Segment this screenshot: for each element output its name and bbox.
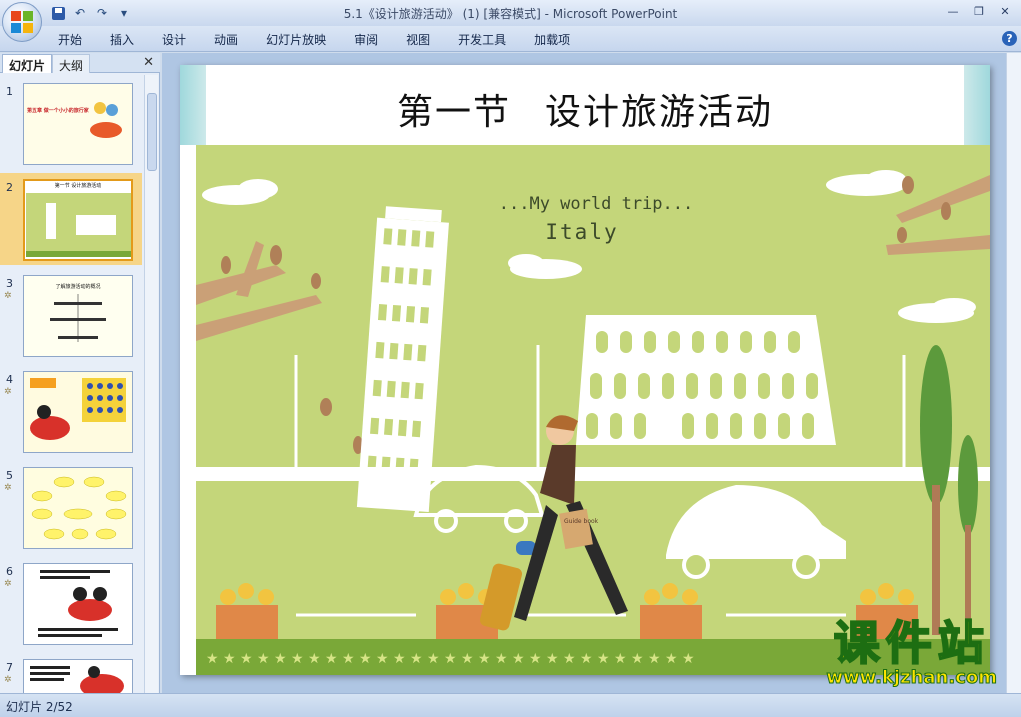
tab-design[interactable]: 设计 <box>162 31 186 48</box>
animation-star-icon: ✲ <box>4 675 12 685</box>
thumbnail-art <box>50 294 106 342</box>
close-pane-icon[interactable]: ✕ <box>143 55 154 70</box>
thumbnail-number: 2 <box>6 181 13 194</box>
title-part-1: 第一节 <box>396 92 511 133</box>
tab-animation[interactable]: 动画 <box>214 31 238 48</box>
slide-thumbnail[interactable]: 第五章 做一个小小的旅行家 <box>23 83 133 165</box>
thumbnail-number: 5 <box>6 469 13 482</box>
watermark-text: 课件站 <box>833 616 990 670</box>
title-bar: ↶ ↷ ▾ 5.1《设计旅游活动》 (1) [兼容模式] - Microsoft… <box>0 0 1021 26</box>
office-button[interactable] <box>2 2 42 42</box>
thumbnail-art <box>38 570 118 637</box>
svg-text:★ ★ ★ ★ ★ ★ ★ ★ ★ ★ ★ ★ ★ ★ ★: ★ ★ ★ ★ ★ ★ ★ ★ ★ ★ ★ ★ ★ ★ ★ ★ ★ ★ ★ ★ … <box>206 651 695 667</box>
slide-thumbnail[interactable] <box>23 563 133 645</box>
slide-thumbnail[interactable] <box>23 371 133 453</box>
window-title: 5.1《设计旅游活动》 (1) [兼容模式] - Microsoft Power… <box>343 7 678 21</box>
tab-home[interactable]: 开始 <box>58 31 82 48</box>
tab-view[interactable]: 视图 <box>406 31 430 48</box>
thumbnail-art <box>30 666 124 693</box>
tab-insert[interactable]: 插入 <box>110 31 134 48</box>
thumbnail-art <box>26 193 131 257</box>
animation-star-icon: ✲ <box>4 387 12 397</box>
tab-slideshow[interactable]: 幻灯片放映 <box>266 31 326 48</box>
slide-counter: 幻灯片 2/52 <box>6 700 73 714</box>
ribbon-tabs: 开始 插入 设计 动画 幻灯片放映 审阅 视图 开发工具 加载项 <box>58 31 598 48</box>
watermark-url: www.kjzhan.com <box>826 667 998 688</box>
slide-thumbnail[interactable] <box>23 467 133 549</box>
thumbnail-row-5[interactable]: 5 ✲ <box>0 461 142 553</box>
thumbnail-number: 4 <box>6 373 13 386</box>
maximize-icon[interactable]: ❐ <box>967 2 991 20</box>
thumbnail-row-6[interactable]: 6 ✲ <box>0 557 142 649</box>
thumbnail-number: 6 <box>6 565 13 578</box>
scrollbar-thumb[interactable] <box>147 93 157 171</box>
thumbnail-row-2[interactable]: 2 第一节 设计旅游活动 <box>0 173 142 265</box>
colosseum <box>576 315 836 445</box>
close-icon[interactable]: ✕ <box>993 2 1017 20</box>
pane-tabs: 幻灯片 大纲 ✕ <box>0 53 160 73</box>
slide-thumbnail[interactable]: 第一节 设计旅游活动 <box>23 179 133 261</box>
slide-editor: 第一节 设计旅游活动 ...My world trip... Italy ★ ★… <box>162 53 1021 693</box>
thumbnail-list: 1 第五章 做一个小小的旅行家 2 第一节 设计旅游活动 3 ✲ 了解旅游活动的… <box>0 77 142 693</box>
animation-star-icon: ✲ <box>4 291 12 301</box>
thumbnail-scrollbar[interactable] <box>144 75 158 693</box>
thumbnail-number: 7 <box>6 661 13 674</box>
railing <box>196 467 990 481</box>
window-controls: — ❐ ✕ <box>941 2 1017 20</box>
slide-title[interactable]: 第一节 设计旅游活动 <box>180 83 990 135</box>
thumbnail-text: 第一节 设计旅游活动 <box>54 183 102 189</box>
slides-pane: 幻灯片 大纲 ✕ 1 第五章 做一个小小的旅行家 2 第一节 设计旅游活动 3 <box>0 53 160 693</box>
title-part-2: 设计旅游活动 <box>545 92 774 133</box>
slide-thumbnail[interactable] <box>23 659 133 693</box>
current-slide[interactable]: 第一节 设计旅游活动 ...My world trip... Italy ★ ★… <box>180 65 990 675</box>
country-label: Italy <box>545 220 618 244</box>
thumbnail-art <box>31 476 127 540</box>
animation-star-icon: ✲ <box>4 579 12 589</box>
thumbnail-row-3[interactable]: 3 ✲ 了解旅游活动的概况 <box>0 269 142 361</box>
tab-review[interactable]: 审阅 <box>354 31 378 48</box>
tab-addins[interactable]: 加载项 <box>534 31 570 48</box>
help-icon[interactable]: ? <box>1002 31 1017 46</box>
tab-outline[interactable]: 大纲 <box>52 54 91 73</box>
tab-developer[interactable]: 开发工具 <box>458 31 506 48</box>
status-bar: 幻灯片 2/52 <box>0 693 1021 717</box>
thumbnail-row-4[interactable]: 4 ✲ <box>0 365 142 457</box>
slide-scrollbar[interactable] <box>1006 53 1021 693</box>
italy-trip-illustration[interactable]: ...My world trip... Italy ★ ★ ★ ★ ★ ★ ★ … <box>196 145 990 675</box>
office-logo-icon <box>11 11 33 33</box>
slide-thumbnail[interactable]: 了解旅游活动的概况 <box>23 275 133 357</box>
trip-subtitle: ...My world trip... <box>499 194 693 214</box>
thumbnail-number: 1 <box>6 85 13 98</box>
tab-slides[interactable]: 幻灯片 <box>2 54 53 73</box>
ribbon: 开始 插入 设计 动画 幻灯片放映 审阅 视图 开发工具 加载项 ? <box>0 26 1021 52</box>
thumbnail-art <box>90 102 122 138</box>
guide-book-label: Guide book <box>564 518 599 525</box>
thumbnail-number: 3 <box>6 277 13 290</box>
minimize-icon[interactable]: — <box>941 2 965 20</box>
thumbnail-row-1[interactable]: 1 第五章 做一个小小的旅行家 <box>0 77 142 169</box>
animation-star-icon: ✲ <box>4 483 12 493</box>
thumbnail-row-7[interactable]: 7 ✲ <box>0 653 142 693</box>
thumbnail-art <box>30 378 126 440</box>
site-watermark: 课件站 www.kjzhan.com <box>826 616 998 688</box>
